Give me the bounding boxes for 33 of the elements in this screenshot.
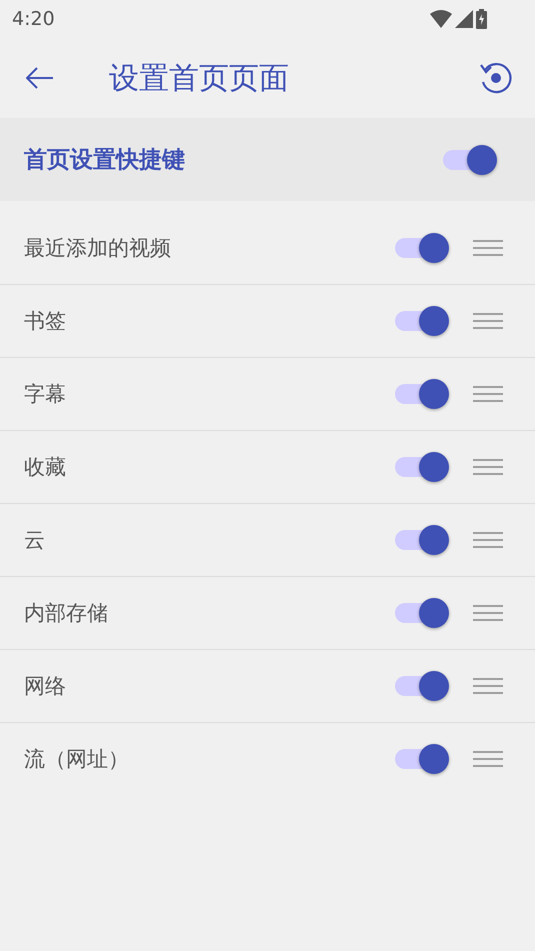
item-switch[interactable] xyxy=(395,378,449,410)
item-label: 内部存储 xyxy=(24,600,109,627)
item-switch[interactable] xyxy=(395,743,449,775)
master-label: 首页设置快捷键 xyxy=(24,146,185,175)
drag-handle-icon[interactable] xyxy=(473,605,503,621)
signal-icon xyxy=(455,10,473,28)
restore-icon[interactable] xyxy=(477,60,513,96)
item-switch[interactable] xyxy=(395,232,449,264)
item-switch[interactable] xyxy=(395,670,449,702)
item-switch[interactable] xyxy=(395,524,449,556)
item-switch[interactable] xyxy=(395,597,449,629)
item-label: 云 xyxy=(24,527,46,554)
item-switch[interactable] xyxy=(395,305,449,337)
item-label: 最近添加的视频 xyxy=(24,235,172,262)
back-icon[interactable] xyxy=(26,67,54,89)
drag-handle-icon[interactable] xyxy=(473,386,503,402)
drag-handle-icon[interactable] xyxy=(473,532,503,548)
drag-handle-icon[interactable] xyxy=(473,751,503,767)
page-title: 设置首页页面 xyxy=(109,60,290,98)
drag-handle-icon[interactable] xyxy=(473,459,503,475)
drag-handle-icon[interactable] xyxy=(473,313,503,329)
item-switch[interactable] xyxy=(395,451,449,483)
item-label: 书签 xyxy=(24,308,67,335)
item-label: 网络 xyxy=(24,673,67,700)
drag-handle-icon[interactable] xyxy=(473,240,503,256)
item-label: 流（网址） xyxy=(24,746,130,773)
wifi-icon xyxy=(430,10,452,28)
master-switch[interactable] xyxy=(443,144,497,176)
item-label: 收藏 xyxy=(24,454,67,481)
status-time: 4:20 xyxy=(12,8,55,30)
battery-icon xyxy=(476,9,487,29)
drag-handle-icon[interactable] xyxy=(473,678,503,694)
item-label: 字幕 xyxy=(24,381,67,408)
